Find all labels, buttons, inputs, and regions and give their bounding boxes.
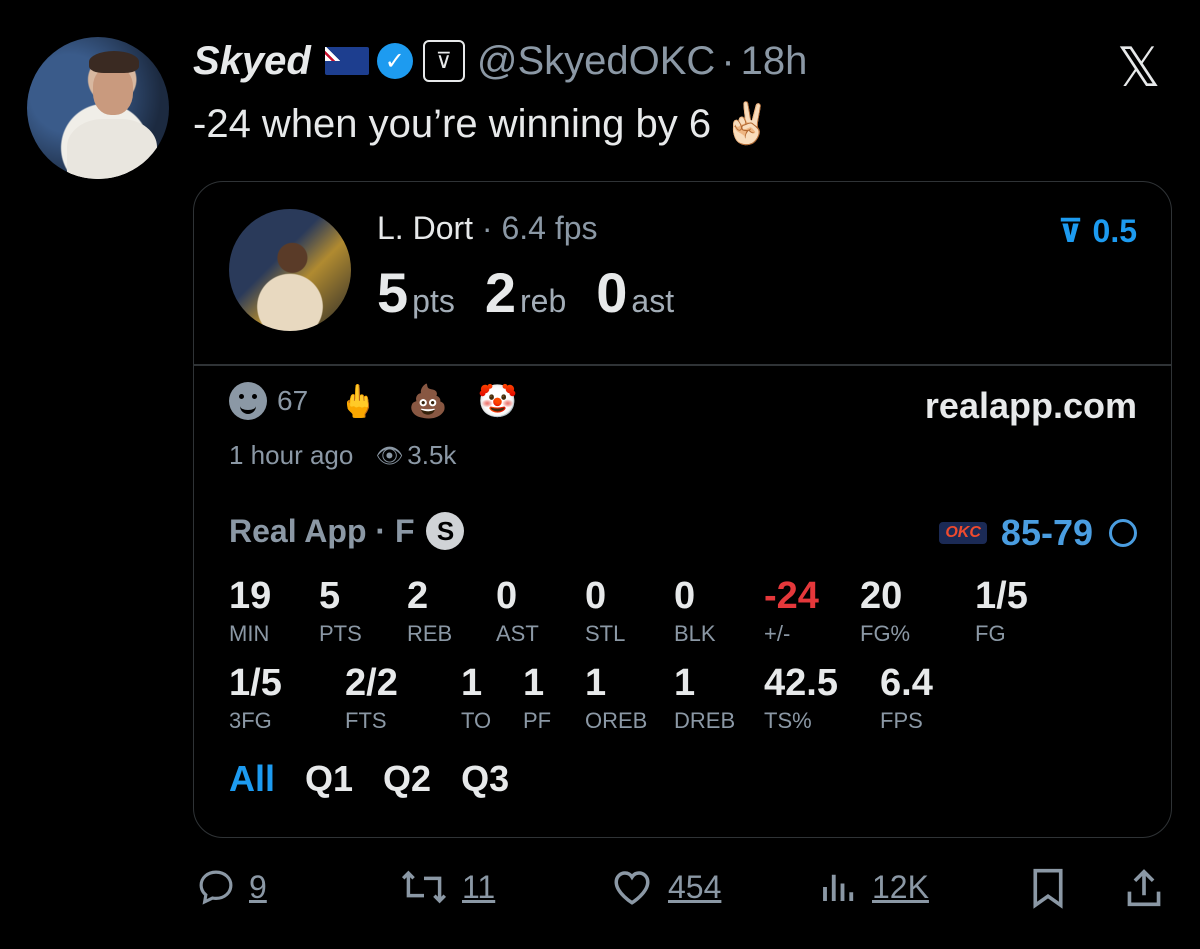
site-link[interactable]: realapp.com: [925, 385, 1137, 427]
fps-badge[interactable]: ⊽ 0.5: [1058, 212, 1137, 250]
reply-count: 9: [249, 868, 267, 905]
tweet-actions: 9 11 454 12K: [0, 866, 1200, 916]
retweet-count: 11: [462, 868, 496, 905]
bar-chart-icon: [823, 874, 854, 901]
tab-q2[interactable]: Q2: [383, 758, 431, 800]
post-meta: 1 hour ago 👁 3.5k: [229, 440, 456, 471]
stat-cell: 1 PF: [523, 662, 552, 733]
australia-flag-icon: [324, 47, 369, 75]
card-divider: [194, 364, 1171, 366]
reactions-row: 67 🖕 💩 🤡: [229, 382, 518, 420]
bookmark-icon: [1033, 868, 1063, 909]
player-name: L. Dort: [377, 210, 474, 246]
share-icon: [1127, 869, 1161, 907]
x-logo-icon[interactable]: 𝕏: [1117, 36, 1161, 99]
heart-icon: [614, 871, 650, 905]
reaction-count: 67: [277, 385, 309, 416]
tab-all[interactable]: All: [229, 758, 275, 800]
poop-emoji-icon[interactable]: 💩: [408, 382, 448, 420]
real-app-card[interactable]: L. Dort · 6.4 fps 5 pts 2 reb 0 ast ⊽ 0.…: [193, 181, 1172, 838]
app-source: Real App · F: [229, 512, 415, 549]
score-value: 85-79: [1000, 512, 1093, 553]
tweet-time[interactable]: 18h: [741, 39, 808, 84]
tweet-header: Skyed ✓ ⊽ @SkyedOKC · 18h: [193, 36, 807, 86]
smile-reaction-icon[interactable]: [229, 382, 267, 420]
app-line: Real App · F S: [229, 512, 465, 550]
view-count: 3.5k: [407, 440, 457, 470]
player-fps: · 6.4 fps: [481, 210, 598, 246]
headline-value: 2: [484, 261, 516, 324]
stat-cell: 0 STL: [585, 575, 626, 646]
views-button[interactable]: 12K: [818, 866, 929, 908]
retweet-icon: [401, 870, 447, 904]
headline-unit: pts: [412, 283, 455, 319]
reply-button[interactable]: 9: [195, 866, 267, 908]
share-button[interactable]: [1124, 866, 1164, 910]
player-name-line: L. Dort · 6.4 fps: [377, 210, 598, 247]
stat-cell: 1 TO: [461, 662, 492, 733]
affiliate-badge-icon[interactable]: ⊽: [422, 40, 465, 82]
stat-cell: 0 BLK: [674, 575, 716, 646]
retweet-button[interactable]: 11: [398, 866, 495, 908]
opponent-logo-icon: [1109, 519, 1137, 547]
stat-cell: 2/2 FTS: [345, 662, 398, 733]
stat-cell: 6.4 FPS: [880, 662, 933, 733]
like-count: 454: [668, 868, 722, 905]
stat-cell: 19 MIN: [229, 575, 272, 646]
like-button[interactable]: 454: [608, 866, 721, 908]
okc-logo-icon: OKC: [939, 522, 987, 544]
headline-value: 0: [596, 261, 628, 324]
headline-unit: reb: [520, 283, 567, 319]
stat-cell: 1/5 3FG: [229, 662, 282, 733]
headline-value: 5: [377, 261, 409, 324]
bookmark-button[interactable]: [1028, 866, 1068, 910]
header-separator: ·: [721, 38, 735, 83]
author-avatar[interactable]: [27, 37, 169, 179]
status-badge: S: [426, 512, 465, 550]
author-handle[interactable]: @SkyedOKC: [477, 39, 715, 84]
game-score: OKC 85-79: [939, 512, 1137, 554]
tab-q1[interactable]: Q1: [305, 758, 353, 800]
fps-badge-value: 0.5: [1092, 213, 1137, 249]
headline-stats: 5 pts 2 reb 0 ast: [377, 260, 704, 325]
verified-badge-icon[interactable]: ✓: [376, 43, 413, 79]
middle-finger-emoji-icon[interactable]: 🖕: [338, 382, 378, 420]
stat-cell: 1 OREB: [585, 662, 648, 733]
real-logo-icon: ⊽: [1057, 213, 1084, 249]
stat-cell: 2 REB: [407, 575, 453, 646]
stat-cell: 5 PTS: [319, 575, 362, 646]
clown-emoji-icon[interactable]: 🤡: [478, 382, 518, 420]
view-count-action: 12K: [872, 868, 929, 905]
player-avatar: [229, 209, 351, 331]
stat-cell: 20 FG%: [860, 575, 911, 646]
eye-icon: 👁: [375, 442, 404, 468]
stat-cell: 0 AST: [496, 575, 539, 646]
tab-q3[interactable]: Q3: [461, 758, 509, 800]
tweet-text: -24 when you’re winning by 6 ✌🏻: [193, 102, 773, 146]
author-name[interactable]: Skyed: [193, 39, 311, 84]
stat-cell: 42.5 TS%: [764, 662, 838, 733]
stat-cell: 1 DREB: [674, 662, 736, 733]
plus-minus-stat: -24 +/-: [764, 575, 819, 646]
stat-cell: 1/5 FG: [975, 575, 1028, 646]
time-ago: 1 hour ago: [229, 440, 354, 470]
reply-icon: [199, 870, 233, 905]
headline-unit: ast: [631, 283, 675, 319]
quarter-tabs: All Q1 Q2 Q3: [229, 758, 539, 800]
